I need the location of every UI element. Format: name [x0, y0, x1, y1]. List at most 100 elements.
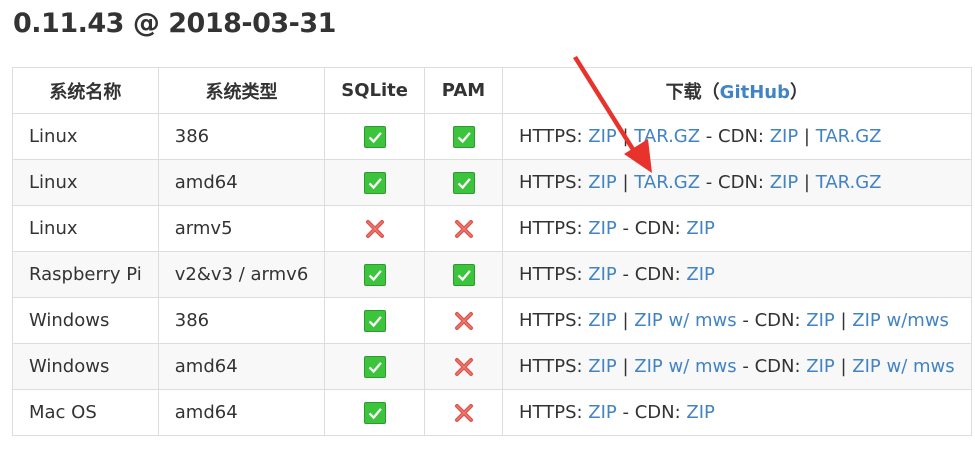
download-link[interactable]: ZIP — [770, 126, 799, 147]
cross-icon — [453, 310, 475, 332]
link-separator: - CDN: — [616, 264, 687, 285]
check-icon — [363, 309, 386, 332]
link-separator: HTTPS: — [519, 356, 589, 377]
pam-cell — [424, 389, 503, 436]
download-table: 系统名称 系统类型 SQLite PAM 下载（GitHub） Linux 386… — [12, 67, 972, 436]
link-separator: HTTPS: — [519, 126, 589, 147]
system-name-cell: Mac OS — [12, 389, 159, 436]
download-link[interactable]: ZIP — [806, 310, 835, 331]
download-link[interactable]: ZIP w/ mws — [634, 356, 736, 377]
download-link[interactable]: TAR.GZ — [816, 126, 882, 147]
pam-cell — [424, 159, 503, 206]
system-name-cell: Linux — [12, 159, 159, 206]
download-links-cell: HTTPS: ZIP | TAR.GZ - CDN: ZIP | TAR.GZ — [502, 113, 972, 160]
download-link[interactable]: ZIP — [588, 402, 617, 423]
header-download: 下载（GitHub） — [502, 67, 972, 114]
download-links-cell: HTTPS: ZIP | TAR.GZ - CDN: ZIP | TAR.GZ — [502, 159, 972, 206]
download-link[interactable]: ZIP — [770, 172, 799, 193]
header-system-type: 系统类型 — [157, 67, 326, 114]
pam-cell — [424, 297, 503, 344]
github-link[interactable]: GitHub — [720, 82, 790, 103]
system-type-cell: amd64 — [157, 389, 326, 436]
system-type-cell: v2&v3 / armv6 — [157, 251, 326, 298]
check-icon — [452, 263, 475, 286]
download-link[interactable]: ZIP — [588, 218, 617, 239]
link-separator: HTTPS: — [519, 310, 589, 331]
system-name-cell: Linux — [12, 113, 159, 160]
download-link[interactable]: ZIP w/ mws — [634, 310, 736, 331]
sqlite-cell — [324, 297, 425, 344]
header-download-prefix: 下载（ — [665, 81, 720, 103]
link-separator: | — [616, 356, 635, 377]
link-separator: | — [798, 126, 816, 147]
table-row: Linux 386 HTTPS: ZIP | TAR.GZ - CDN: ZIP |… — [12, 113, 972, 160]
cross-icon — [453, 218, 475, 240]
system-type-cell: armv5 — [157, 205, 326, 252]
sqlite-cell — [324, 389, 425, 436]
system-name-cell: Raspberry Pi — [12, 251, 159, 298]
download-link[interactable]: TAR.GZ — [634, 172, 700, 193]
system-type-cell: amd64 — [157, 343, 326, 390]
download-link[interactable]: ZIP w/ mws — [852, 356, 954, 377]
header-download-suffix: ） — [789, 81, 808, 103]
download-link[interactable]: TAR.GZ — [816, 172, 882, 193]
download-link[interactable]: ZIP — [588, 172, 617, 193]
pam-cell — [424, 205, 503, 252]
system-name-cell: Windows — [12, 297, 159, 344]
table-row: Linux amd64 HTTPS: ZIP | TAR.GZ - CDN: ZIP… — [12, 159, 972, 206]
download-links-cell: HTTPS: ZIP - CDN: ZIP — [502, 389, 972, 436]
check-icon — [363, 125, 386, 148]
download-link[interactable]: TAR.GZ — [634, 126, 700, 147]
download-links-cell: HTTPS: ZIP - CDN: ZIP — [502, 205, 972, 252]
download-link[interactable]: ZIP — [588, 126, 617, 147]
link-separator: HTTPS: — [519, 402, 589, 423]
link-separator: - CDN: — [736, 310, 807, 331]
header-system-name: 系统名称 — [12, 67, 159, 114]
system-type-cell: 386 — [157, 297, 326, 344]
cross-icon — [364, 218, 386, 240]
download-link[interactable]: ZIP w/mws — [852, 310, 949, 331]
download-links-cell: HTTPS: ZIP | ZIP w/ mws - CDN: ZIP | ZIP… — [502, 343, 972, 390]
download-links-cell: HTTPS: ZIP | ZIP w/ mws - CDN: ZIP | ZIP… — [502, 297, 972, 344]
cross-icon — [453, 402, 475, 424]
pam-cell — [424, 113, 503, 160]
check-icon — [452, 171, 475, 194]
link-separator: - CDN: — [700, 172, 770, 193]
link-separator: - CDN: — [616, 402, 687, 423]
download-link[interactable]: ZIP — [686, 264, 715, 285]
download-link[interactable]: ZIP — [588, 310, 617, 331]
link-separator: | — [834, 310, 853, 331]
download-links-cell: HTTPS: ZIP - CDN: ZIP — [502, 251, 972, 298]
header-pam: PAM — [424, 67, 503, 114]
download-link[interactable]: ZIP — [806, 356, 835, 377]
download-link[interactable]: ZIP — [686, 402, 715, 423]
sqlite-cell — [324, 113, 425, 160]
sqlite-cell — [324, 205, 425, 252]
check-icon — [363, 355, 386, 378]
table-row: Linux armv5 HTTPS: ZIP - CDN: ZIP — [12, 205, 972, 252]
link-separator: - CDN: — [700, 126, 770, 147]
download-link[interactable]: ZIP — [686, 218, 715, 239]
sqlite-cell — [324, 343, 425, 390]
link-separator: HTTPS: — [519, 172, 589, 193]
link-separator: | — [616, 126, 635, 147]
cross-icon — [453, 356, 475, 378]
table-row: Windows amd64 HTTPS: ZIP | ZIP w/ mws - CD… — [12, 343, 972, 390]
sqlite-cell — [324, 251, 425, 298]
download-link[interactable]: ZIP — [588, 356, 617, 377]
table-row: Raspberry Pi v2&v3 / armv6 HTTPS: ZIP - CD… — [12, 251, 972, 298]
table-row: Windows 386 HTTPS: ZIP | ZIP w/ mws - CDN:… — [12, 297, 972, 344]
pam-cell — [424, 251, 503, 298]
link-separator: | — [834, 356, 853, 377]
check-icon — [363, 263, 386, 286]
link-separator: - CDN: — [616, 218, 687, 239]
pam-cell — [424, 343, 503, 390]
download-link[interactable]: ZIP — [588, 264, 617, 285]
header-sqlite: SQLite — [324, 67, 425, 114]
table-row: Mac OS amd64 HTTPS: ZIP - CDN: ZIP — [12, 389, 972, 436]
system-name-cell: Linux — [12, 205, 159, 252]
page-title: 0.11.43 @ 2018-03-31 — [13, 8, 336, 39]
table-header-row: 系统名称 系统类型 SQLite PAM 下载（GitHub） — [12, 67, 972, 114]
sqlite-cell — [324, 159, 425, 206]
link-separator: | — [616, 310, 635, 331]
